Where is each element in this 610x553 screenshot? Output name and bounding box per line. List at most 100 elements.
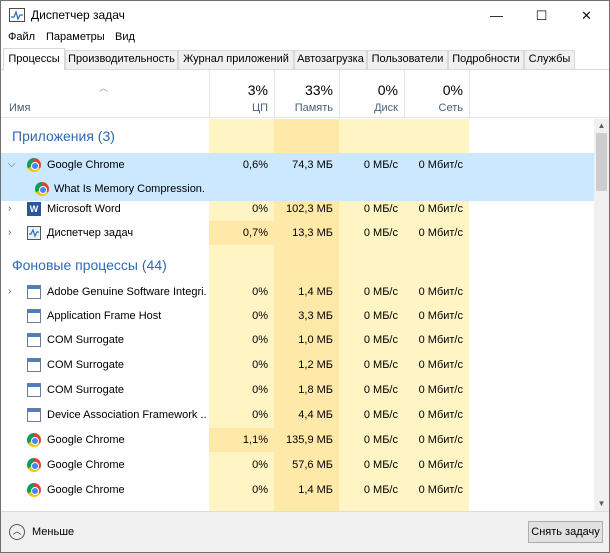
system-process-icon [27,333,41,347]
cpu-value: 0% [252,409,268,421]
chevron-right-icon[interactable]: › [8,197,18,221]
process-name: COM Surrogate [47,384,125,396]
close-button[interactable]: ✕ [564,1,609,30]
column-cpu-label[interactable]: ЦП [209,102,268,114]
memory-value: 74,3 МБ [274,153,339,177]
column-memory-label[interactable]: Память [274,102,333,114]
cpu-value: 0% [252,459,268,471]
chevron-right-icon[interactable]: › [8,280,18,304]
table-row[interactable]: › Диспетчер задач 0,7% 13,3 МБ 0 МБ/с 0 … [1,221,594,245]
network-value: 0 Мбит/с [418,384,463,396]
memory-value: 135,9 МБ [286,434,333,446]
cpu-value: 0% [252,286,268,298]
disk-value: 0 МБ/с [339,153,404,177]
memory-value: 4,4 МБ [298,409,333,421]
menu-view[interactable]: Вид [115,31,135,43]
chevron-right-icon[interactable]: › [8,221,18,245]
sort-chevron-up-icon: ︿ [99,83,109,93]
table-row[interactable]: › W Microsoft Word 0% 102,3 МБ 0 МБ/с 0 … [1,197,594,221]
network-value: 0 Мбит/с [418,409,463,421]
network-value: 0 Мбит/с [418,310,463,322]
table-row[interactable]: Google Chrome 0% 57,6 МБ 0 МБ/с 0 Мбит/с [1,453,594,477]
chrome-icon [27,483,41,497]
column-disk-percent[interactable]: 0% [339,82,398,98]
network-value: 0 Мбит/с [418,484,463,496]
group-header-background: Фоновые процессы (44) [1,252,594,278]
network-value: 0 Мбит/с [418,459,463,471]
cpu-value: 0,6% [209,153,274,177]
process-name: Google Chrome [47,459,125,471]
column-memory-percent[interactable]: 33% [274,82,333,98]
cpu-value: 0% [252,310,268,322]
memory-value: 1,2 МБ [298,359,333,371]
cpu-value: 0% [252,384,268,396]
fewer-details-link[interactable]: Меньше [32,526,74,538]
cpu-value: 0% [252,334,268,346]
end-task-button[interactable]: Снять задачу [528,521,603,543]
disk-value: 0 МБ/с [363,409,398,421]
menu-file[interactable]: Файл [8,31,35,43]
column-cpu-percent[interactable]: 3% [209,82,268,98]
scroll-down-arrow-icon[interactable]: ▼ [594,497,609,511]
tab-services[interactable]: Службы [524,50,575,69]
column-name-label[interactable]: Имя [9,102,30,114]
disk-value: 0 МБ/с [363,227,398,239]
process-name: COM Surrogate [47,359,125,371]
title-bar[interactable]: Диспетчер задач — ☐ ✕ [1,1,609,30]
table-row[interactable]: COM Surrogate 0% 1,8 МБ 0 МБ/с 0 Мбит/с [1,378,594,402]
disk-value: 0 МБ/с [363,286,398,298]
tab-performance[interactable]: Производительность [65,50,178,69]
chrome-icon [35,182,49,196]
adobe-icon [27,285,41,299]
minimize-button[interactable]: — [474,1,519,30]
memory-value: 1,4 МБ [298,286,333,298]
table-row[interactable]: Device Association Framework ... 0% 4,4 … [1,403,594,427]
process-name: Microsoft Word [47,203,121,215]
column-network-percent[interactable]: 0% [404,82,463,98]
task-manager-window: Диспетчер задач — ☐ ✕ Файл Параметры Вид… [0,0,610,553]
cpu-value: 0,7% [209,221,274,245]
disk-value: 0 МБ/с [363,359,398,371]
cpu-value: 0% [252,484,268,496]
table-row[interactable]: COM Surrogate 0% 1,0 МБ 0 МБ/с 0 Мбит/с [1,328,594,352]
table-row[interactable]: › Adobe Genuine Software Integri... 0% 1… [1,280,594,304]
chrome-icon [27,433,41,447]
disk-value: 0 МБ/с [363,203,398,215]
table-row[interactable]: Application Frame Host 0% 3,3 МБ 0 МБ/с … [1,304,594,328]
disk-value: 0 МБ/с [363,459,398,471]
cpu-value: 1,1% [209,428,274,452]
process-name: COM Surrogate [47,334,125,346]
table-row[interactable]: COM Surrogate 0% 1,2 МБ 0 МБ/с 0 Мбит/с [1,353,594,377]
chrome-icon [27,158,41,172]
memory-value: 1,8 МБ [298,384,333,396]
group-header-apps: Приложения (3) [1,123,594,149]
vertical-scrollbar[interactable]: ▲ ▼ [594,119,609,511]
table-row[interactable]: Google Chrome 0% 1,4 МБ 0 МБ/с 0 Мбит/с [1,478,594,502]
chevron-up-circle-icon[interactable]: ︿ [9,524,25,540]
table-row[interactable]: Google Chrome 1,1% 135,9 МБ 0 МБ/с 0 Мби… [1,428,594,452]
tab-users[interactable]: Пользователи [367,50,448,69]
chevron-down-icon[interactable]: ⌵ [8,153,18,177]
table-row[interactable]: ⌵ Google Chrome 0,6% 74,3 МБ 0 МБ/с 0 Мб… [1,153,594,177]
memory-value: 1,0 МБ [298,334,333,346]
group-title-background: Фоновые процессы (44) [12,257,167,273]
network-value: 0 Мбит/с [418,203,463,215]
menu-options[interactable]: Параметры [46,31,105,43]
disk-value: 0 МБ/с [363,434,398,446]
process-list: Приложения (3) ⌵ Google Chrome 0,6% 74,3… [1,119,594,511]
tab-processes[interactable]: Процессы [3,48,65,70]
column-header: ︿ Имя 3% ЦП 33% Память 0% Диск 0% Сеть [1,70,609,118]
scroll-up-arrow-icon[interactable]: ▲ [594,119,609,133]
network-value: 0 Мбит/с [404,153,469,177]
column-separator [469,70,470,118]
network-value: 0 Мбит/с [418,359,463,371]
column-disk-label[interactable]: Диск [339,102,398,114]
column-network-label[interactable]: Сеть [404,102,463,114]
tab-app-history[interactable]: Журнал приложений [178,50,294,69]
scroll-thumb[interactable] [596,133,607,191]
tab-startup[interactable]: Автозагрузка [294,50,367,69]
tab-details[interactable]: Подробности [448,50,524,69]
maximize-button[interactable]: ☐ [519,1,564,30]
tab-strip: Процессы Производительность Журнал прило… [1,48,609,70]
process-name: Application Frame Host [47,310,162,322]
